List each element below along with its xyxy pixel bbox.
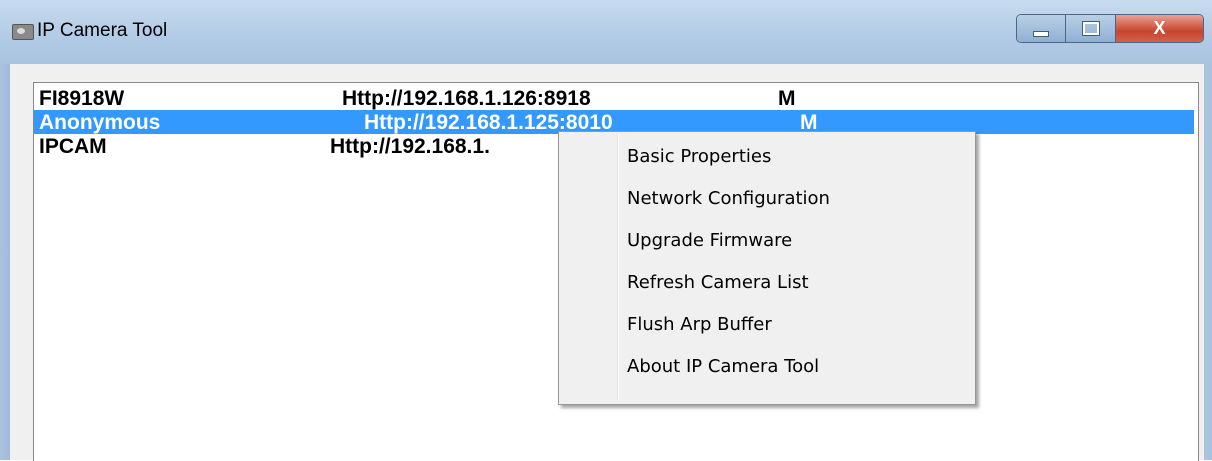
close-button[interactable]: X <box>1115 15 1203 42</box>
window-title: IP Camera Tool <box>37 20 168 41</box>
minimize-button[interactable] <box>1017 15 1067 42</box>
window-frame-left <box>0 64 10 460</box>
camera-name: Anonymous <box>39 111 161 134</box>
camera-name: IPCAM <box>39 135 107 158</box>
menu-item-flush-arp-buffer[interactable]: Flush Arp Buffer <box>561 306 971 346</box>
menu-item-label: Network Configuration <box>627 188 830 209</box>
maximize-button[interactable] <box>1066 15 1116 42</box>
camera-app-icon <box>12 24 34 40</box>
menu-item-label: Basic Properties <box>627 146 772 167</box>
camera-mode: M <box>778 87 796 110</box>
menu-item-label: About IP Camera Tool <box>627 356 820 377</box>
close-icon: X <box>1153 18 1166 38</box>
title-bar[interactable]: IP Camera Tool X <box>0 0 1212 64</box>
camera-url: Http://192.168.1.126:8918 <box>342 87 591 110</box>
menu-item-label: Refresh Camera List <box>627 272 809 293</box>
menu-item-upgrade-firmware[interactable]: Upgrade Firmware <box>561 222 971 262</box>
menu-item-label: Flush Arp Buffer <box>627 314 772 335</box>
camera-name: FI8918W <box>39 87 125 110</box>
menu-item-about[interactable]: About IP Camera Tool <box>561 348 971 388</box>
camera-url: Http://192.168.1. <box>330 135 490 158</box>
menu-item-refresh-camera-list[interactable]: Refresh Camera List <box>561 264 971 304</box>
context-menu: Basic Properties Network Configuration U… <box>558 131 976 405</box>
window-frame-right <box>1204 64 1212 460</box>
camera-row-fi8918w[interactable]: FI8918W Http://192.168.1.126:8918 M <box>34 86 1194 110</box>
menu-item-network-configuration[interactable]: Network Configuration <box>561 180 971 220</box>
maximize-icon <box>1081 21 1100 36</box>
minimize-icon <box>1033 30 1050 37</box>
window-controls: X <box>1016 14 1204 43</box>
menu-item-label: Upgrade Firmware <box>627 230 793 251</box>
menu-item-basic-properties[interactable]: Basic Properties <box>561 138 971 178</box>
